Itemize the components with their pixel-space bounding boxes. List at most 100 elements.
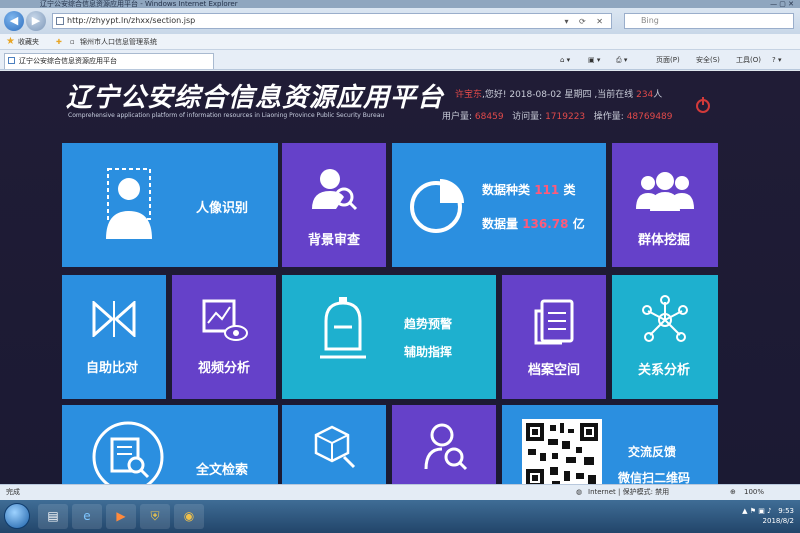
tile-fulltext-label: 全文检索 (196, 463, 249, 478)
bell-alarm-icon (320, 297, 366, 359)
online-count: 234 (636, 90, 654, 100)
home-icon[interactable]: ⌂ ▾ (560, 50, 570, 70)
tile-self-compare[interactable]: 自助比对 (62, 275, 166, 399)
tile-trend-label-1: 趋势预警 (404, 317, 453, 331)
url-field[interactable]: http://zhyypt.ln/zhxx/section.jsp ▾ ⟳ ✕ (52, 13, 612, 29)
start-button[interactable] (4, 503, 30, 529)
favorites-bar: ★ 收藏夹 ✚ ▫ 锦州市人口信息管理系统 (0, 34, 800, 50)
logout-power-icon[interactable] (696, 97, 710, 113)
favorite-link[interactable]: 锦州市人口信息管理系统 (80, 34, 157, 50)
visits-value: 1719223 (545, 112, 586, 122)
users-value: 68459 (474, 112, 504, 122)
face-id-icon (106, 168, 152, 239)
document-icon (534, 299, 574, 345)
tile-archive-space[interactable]: 档案空间 (502, 275, 606, 399)
tile-trend-label-2: 辅助指挥 (404, 345, 453, 359)
page-content: 辽宁公安综合信息资源应用平台 Comprehensive application… (0, 71, 800, 484)
tile-relation-label: 关系分析 (638, 363, 691, 378)
tile-feedback-label-2: 微信扫二维码 (618, 471, 691, 484)
tile-face-label: 人像识别 (196, 201, 249, 216)
favorite-link-page-icon: ▫ (70, 38, 75, 46)
zoom-level[interactable]: 100% (744, 485, 764, 500)
system-tray: ▲ ⚑ ▣ ♪ 9:53 2018/8/2 (742, 506, 794, 526)
clock-time: 9:53 (778, 507, 794, 515)
add-favorite-icon[interactable]: ✚ (56, 34, 62, 50)
refresh-stop-icons[interactable]: ▾ ⟳ ✕ (564, 15, 607, 29)
data-volume-line: 数据量 136.78 亿 (482, 215, 585, 232)
window-title: 辽宁公安综合信息资源应用平台 - Windows Internet Explor… (40, 0, 238, 8)
zone-globe-icon: ◍ (576, 488, 583, 496)
favorites-button[interactable]: 收藏夹 (18, 34, 39, 50)
platform-title: 辽宁公安综合信息资源应用平台 (66, 83, 445, 113)
platform-subtitle: Comprehensive application platform of in… (68, 112, 385, 119)
document-search-icon (92, 421, 164, 484)
page-icon (56, 17, 64, 25)
window-controls[interactable]: — ▢ ✕ (770, 0, 794, 8)
qr-code-image (522, 419, 602, 484)
police-app-icon[interactable]: ⛨ (140, 504, 170, 529)
tile-feedback[interactable]: 交流反馈 微信扫二维码 (502, 405, 718, 484)
tab-bar: 辽宁公安综合信息资源应用平台 ⌂ ▾ ▣ ▾ ⎙ ▾ 页面(P) 安全(S) 工… (0, 50, 800, 70)
tile-compare-label: 自助比对 (86, 361, 139, 376)
cube-search-icon (314, 425, 356, 469)
security-zone: Internet | 保护模式: 禁用 (588, 488, 670, 496)
users-label: 用户量: (442, 112, 473, 122)
data-volume-label: 数据量 (482, 217, 519, 231)
search-input[interactable]: Bing (624, 13, 794, 29)
ops-value: 48769489 (626, 112, 673, 122)
greeting-text: ,您好! 2018-08-02 星期四 ,当前在线 (482, 90, 637, 100)
file-explorer-icon[interactable]: ▤ (38, 504, 68, 529)
window-titlebar: 辽宁公安综合信息资源应用平台 - Windows Internet Explor… (0, 0, 800, 8)
online-unit: 人 (653, 90, 663, 100)
screen: 辽宁公安综合信息资源应用平台 - Windows Internet Explor… (0, 0, 800, 533)
favorites-star-icon[interactable]: ★ (6, 34, 15, 50)
tile-video-label: 视频分析 (198, 361, 251, 376)
pie-chart-icon (410, 179, 464, 233)
back-button[interactable]: ◀ (4, 11, 24, 31)
data-kinds-value: 111 (534, 183, 560, 197)
print-icon[interactable]: ⎙ ▾ (616, 50, 627, 70)
compare-icon (92, 301, 136, 337)
url-text: http://zhyypt.ln/zhxx/section.jsp (67, 16, 196, 25)
user-greeting: 许宝东,您好! 2018-08-02 星期四 ,当前在线 234人 (455, 87, 662, 100)
ops-label: 操作量: (593, 112, 624, 122)
forward-button[interactable]: ▶ (26, 11, 46, 31)
search-placeholder: Bing (641, 16, 659, 25)
tile-group-label: 群体挖掘 (638, 233, 691, 248)
tile-person-lookup[interactable] (392, 405, 496, 484)
data-kinds-label: 数据种类 (482, 183, 531, 197)
zoom-icon[interactable]: ⊕ (730, 485, 736, 500)
video-analysis-icon (202, 299, 248, 341)
page-menu[interactable]: 页面(P) (656, 50, 680, 70)
tile-data-stats[interactable]: 数据种类 111 类 数据量 136.78 亿 (392, 143, 606, 267)
tile-group-mining[interactable]: 群体挖掘 (612, 143, 718, 267)
tile-face-recognition[interactable]: 人像识别 (62, 143, 278, 267)
tile-relation-analysis[interactable]: 关系分析 (612, 275, 718, 399)
tile-background-label: 背景审查 (308, 233, 361, 248)
tile-background-check[interactable]: 背景审查 (282, 143, 386, 267)
tile-fulltext-search[interactable]: 全文检索 (62, 405, 278, 484)
feeds-icon[interactable]: ▣ ▾ (588, 50, 600, 70)
help-icon[interactable]: ? ▾ (772, 50, 781, 70)
tile-video-analysis[interactable]: 视频分析 (172, 275, 276, 399)
address-bar: ◀ ▶ http://zhyypt.ln/zhxx/section.jsp ▾ … (0, 8, 800, 34)
tile-feedback-label-1: 交流反馈 (628, 445, 677, 459)
clock-date: 2018/8/2 (762, 517, 794, 525)
chrome-browser-icon[interactable]: ◉ (174, 504, 204, 529)
visits-label: 访问量: (512, 112, 543, 122)
status-bar: 完成 ◍ Internet | 保护模式: 禁用 ⊕ 100% (0, 484, 800, 500)
network-nodes-icon (642, 295, 688, 342)
safety-menu[interactable]: 安全(S) (696, 50, 720, 70)
data-kinds-unit: 类 (563, 183, 576, 197)
tile-trend-warning[interactable]: 趋势预警 辅助指挥 (282, 275, 496, 399)
group-icon (636, 172, 694, 211)
taskbar: ▤ e ▶ ⛨ ◉ ▲ ⚑ ▣ ♪ 9:53 2018/8/2 (0, 500, 800, 533)
browser-tab[interactable]: 辽宁公安综合信息资源应用平台 (4, 53, 214, 69)
tools-menu[interactable]: 工具(O) (736, 50, 761, 70)
internet-explorer-icon[interactable]: e (72, 504, 102, 529)
data-kinds-line: 数据种类 111 类 (482, 181, 575, 198)
tile-archive-label: 档案空间 (528, 363, 581, 378)
tray-icons[interactable]: ▲ ⚑ ▣ ♪ (742, 507, 771, 515)
media-player-icon[interactable]: ▶ (106, 504, 136, 529)
tile-cube-search[interactable] (282, 405, 386, 484)
